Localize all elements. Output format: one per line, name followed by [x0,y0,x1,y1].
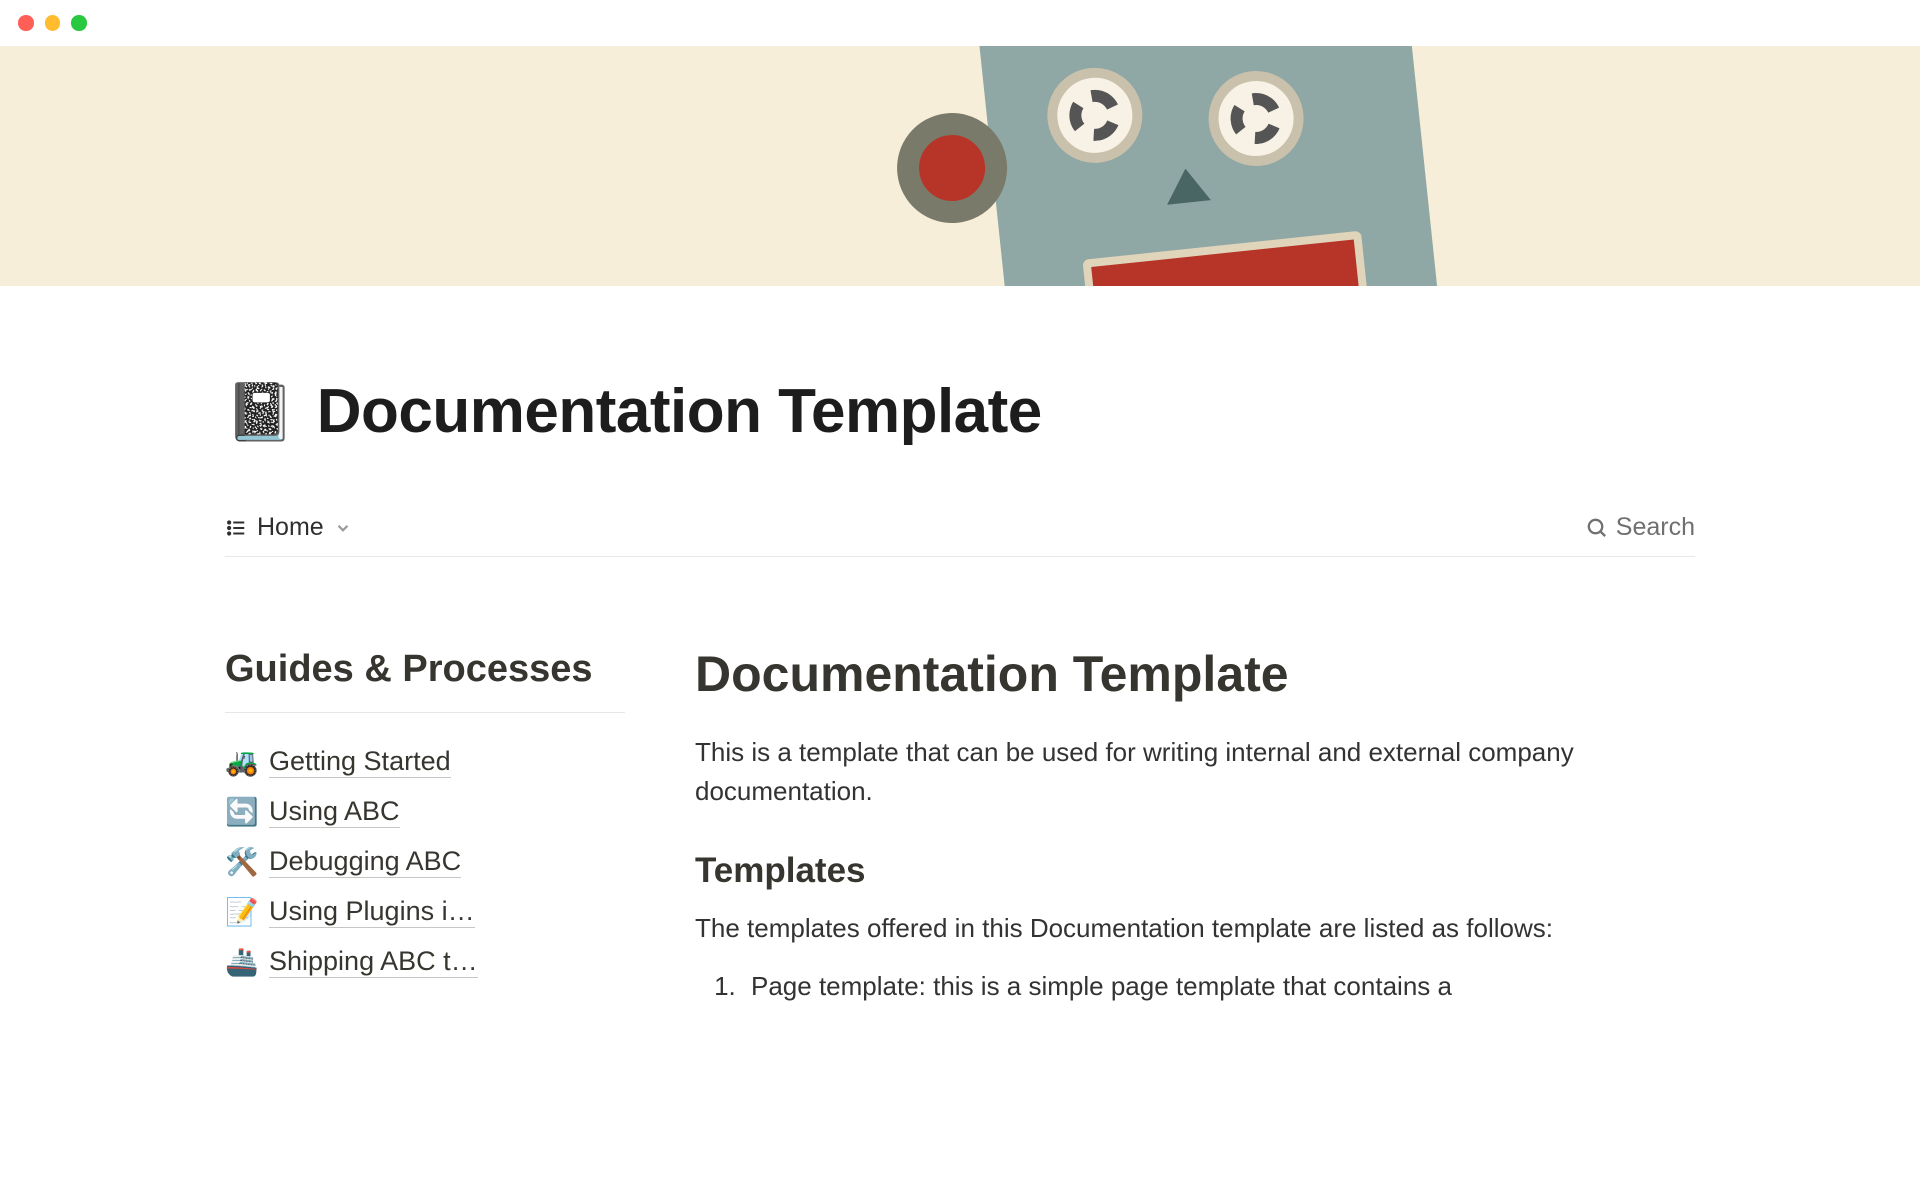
ship-icon: 🚢 [225,946,257,978]
sidebar-item-debugging-abc[interactable]: 🛠️ Debugging ABC [225,837,625,887]
sidebar-item-label: Using Plugins i… [269,896,475,928]
sidebar: Guides & Processes 🚜 Getting Started 🔄 U… [225,645,625,1006]
templates-intro: The templates offered in this Documentat… [695,909,1695,948]
content-heading: Documentation Template [695,645,1695,703]
page-title: Documentation Template [317,376,1042,447]
cover-image [0,46,1920,286]
sidebar-item-label: Getting Started [269,746,451,778]
window-titlebar [0,0,1920,46]
main-content: Documentation Template This is a templat… [695,645,1695,1006]
memo-icon: 📝 [225,896,257,928]
sidebar-item-using-plugins[interactable]: 📝 Using Plugins i… [225,887,625,937]
sidebar-item-getting-started[interactable]: 🚜 Getting Started [225,737,625,787]
list-icon [225,517,247,539]
sidebar-item-label: Debugging ABC [269,846,461,878]
templates-list: Page template: this is a simple page tem… [695,966,1695,1006]
search-icon [1585,516,1608,539]
window-minimize-button[interactable] [45,15,61,31]
window-close-button[interactable] [18,15,34,31]
chevron-down-icon [334,519,352,537]
templates-heading: Templates [695,851,1695,891]
list-item: Page template: this is a simple page tem… [743,966,1695,1006]
window-zoom-button[interactable] [71,15,87,31]
view-selector[interactable]: Home [225,513,352,542]
sidebar-item-label: Using ABC [269,796,400,828]
sidebar-item-shipping-abc[interactable]: 🚢 Shipping ABC t… [225,937,625,987]
content-intro: This is a template that can be used for … [695,733,1695,811]
page-emoji-icon: 📓 [225,384,295,440]
tools-icon: 🛠️ [225,846,257,878]
sidebar-item-using-abc[interactable]: 🔄 Using ABC [225,787,625,837]
search-label: Search [1616,513,1695,542]
sidebar-heading: Guides & Processes [225,645,625,713]
refresh-icon: 🔄 [225,796,257,828]
search-button[interactable]: Search [1585,513,1695,542]
view-label: Home [257,513,324,542]
sidebar-item-label: Shipping ABC t… [269,946,478,978]
tractor-icon: 🚜 [225,746,257,778]
